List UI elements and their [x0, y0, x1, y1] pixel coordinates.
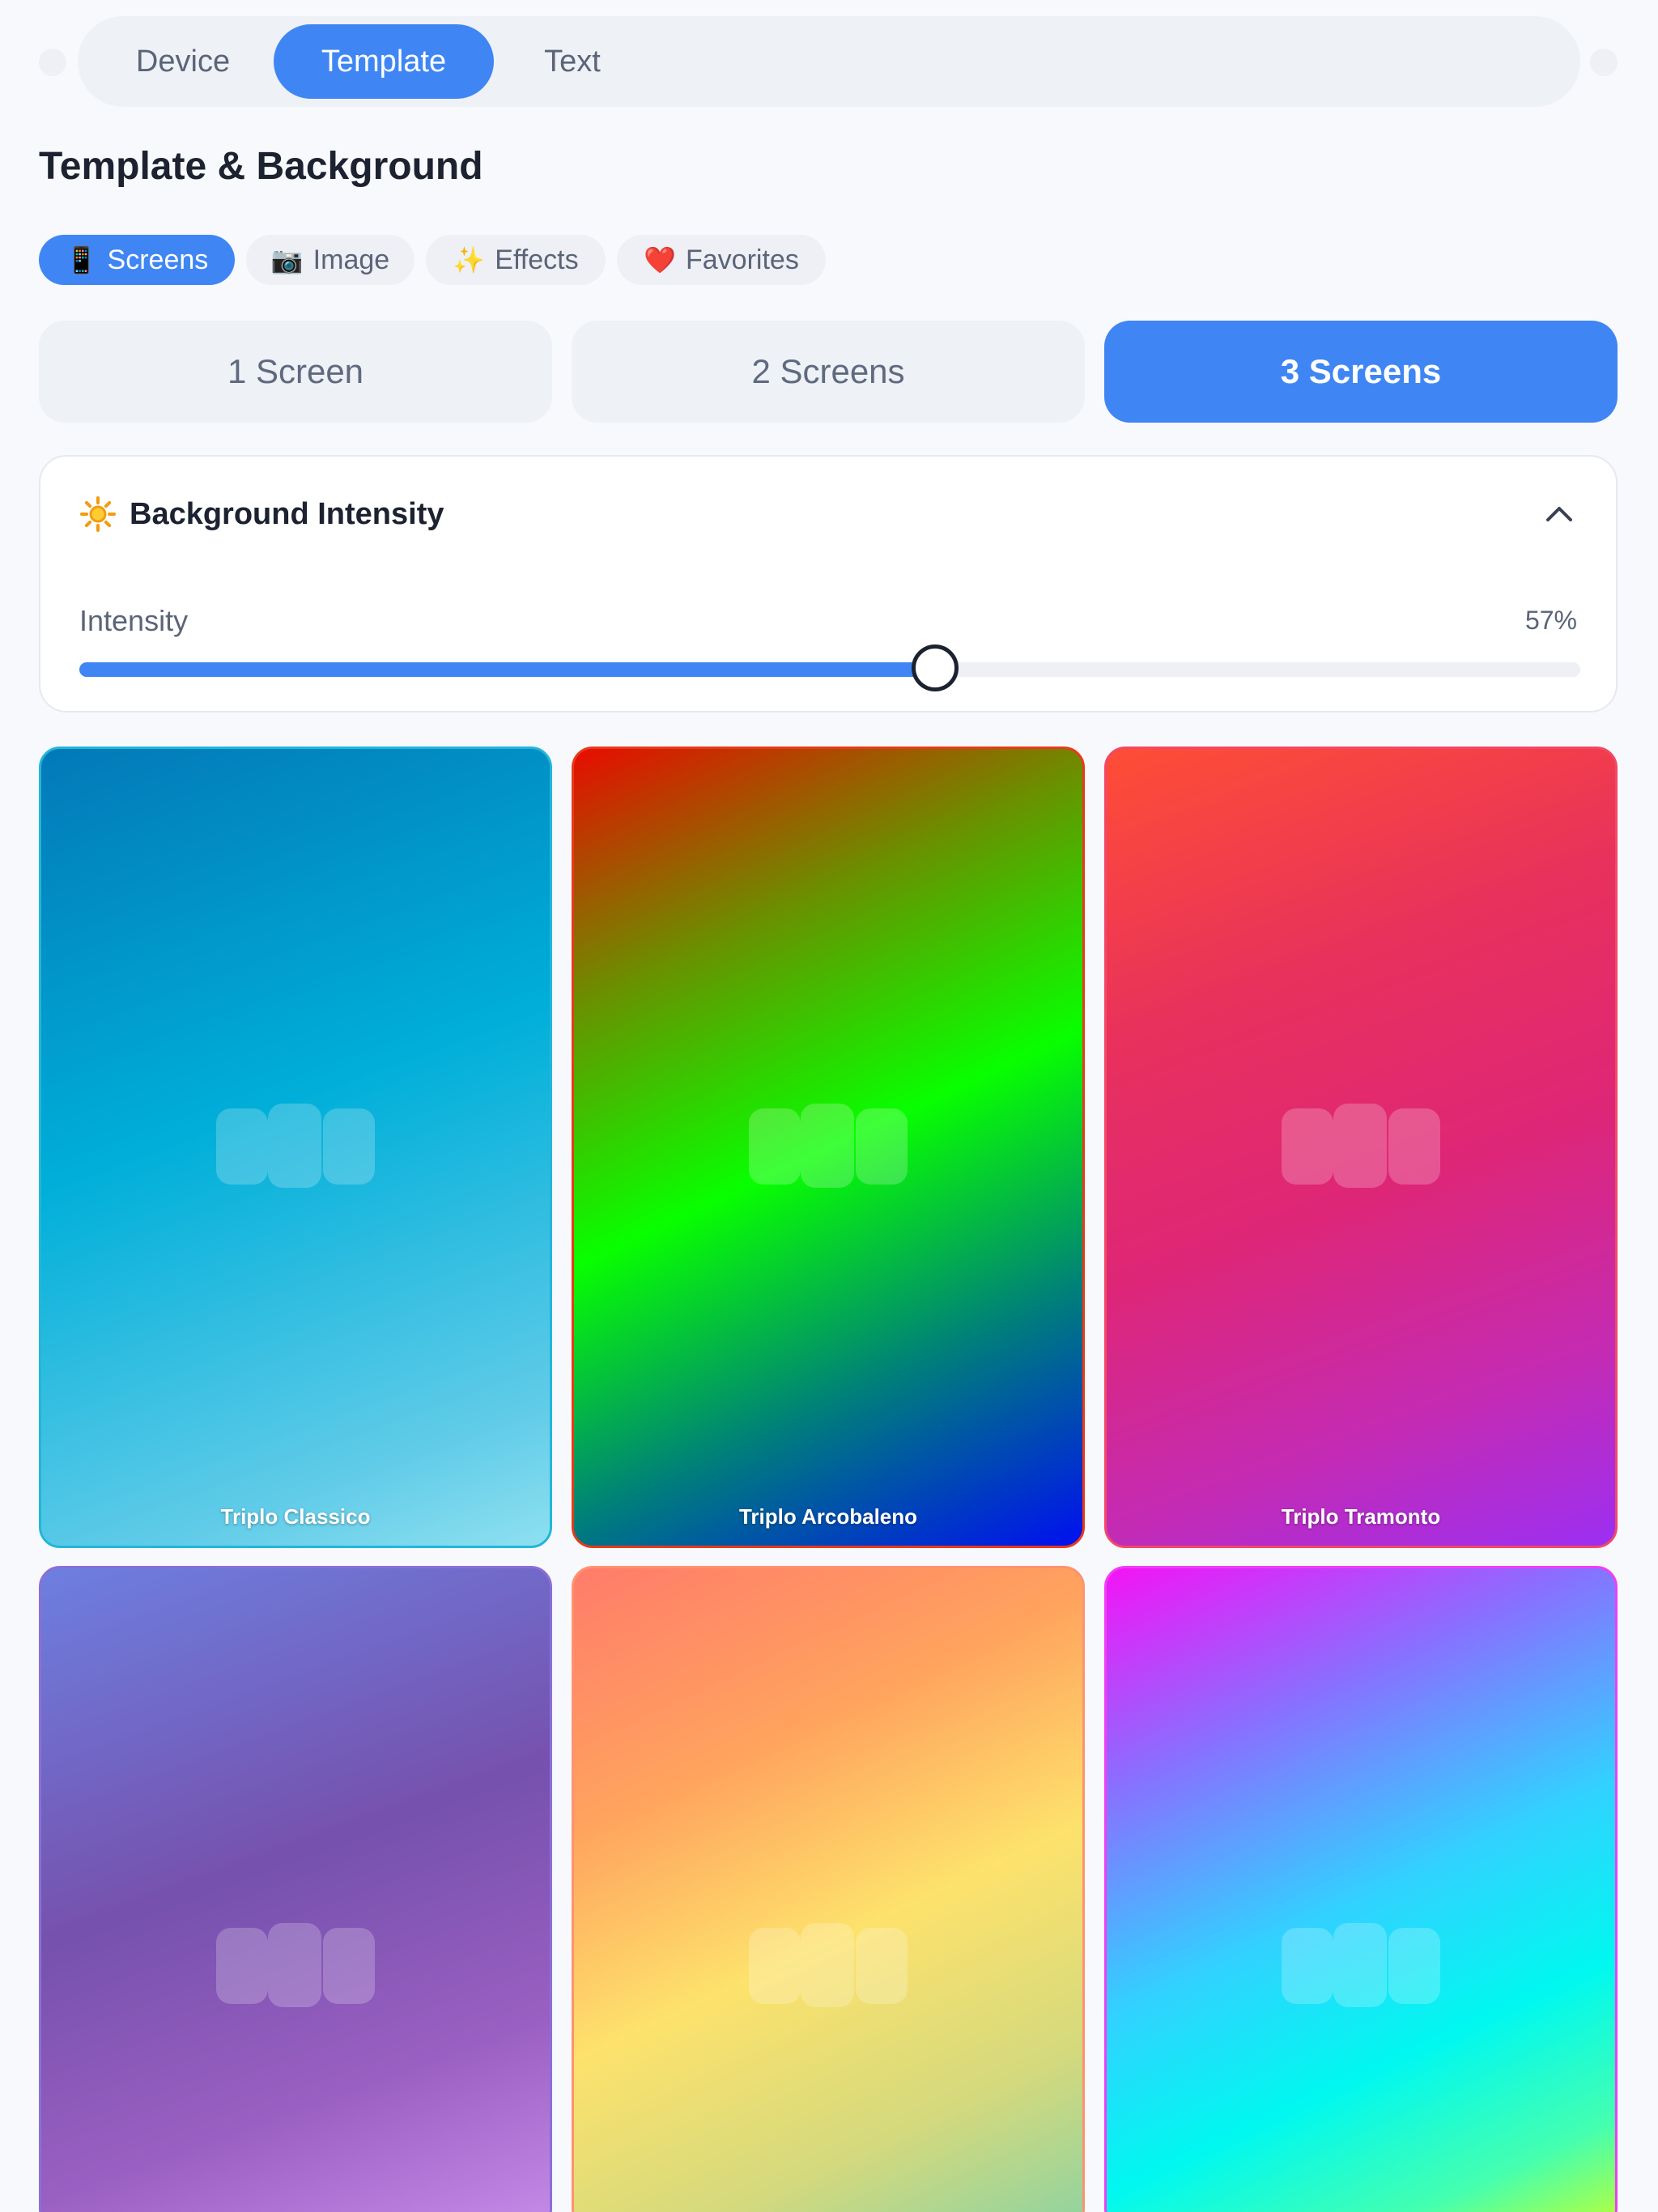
template-tile[interactable]: Triplo Tramonto — [1104, 747, 1618, 1548]
three-phones-icon — [216, 1104, 375, 1188]
category-image-button[interactable]: 📷 Image — [246, 235, 414, 285]
three-phones-icon — [1282, 1923, 1440, 2007]
tab-device[interactable]: Device — [110, 24, 256, 99]
template-tile[interactable]: Triplo Classico — [39, 747, 552, 1548]
intensity-label: Intensity — [79, 604, 189, 637]
camera-icon: 📷 — [270, 245, 304, 275]
template-tile[interactable] — [572, 1566, 1085, 2212]
three-phones-icon — [749, 1923, 908, 2007]
one-screen-button[interactable]: 1 Screen — [39, 321, 552, 423]
category-screens-button[interactable]: 📱 Screens — [39, 235, 235, 285]
background-intensity-card: Background Intensity Intensity 57% — [39, 455, 1618, 713]
template-tile[interactable]: Triplo Arcobaleno — [572, 747, 1085, 1548]
intensity-slider-thumb[interactable] — [911, 644, 959, 691]
three-screens-button[interactable]: 3 Screens — [1104, 321, 1618, 423]
intensity-slider[interactable] — [79, 644, 1580, 691]
three-phones-icon — [749, 1104, 908, 1188]
intensity-title: Background Intensity — [130, 496, 444, 531]
template-panel: Device Template Text Template & Backgrou… — [0, 0, 1658, 2212]
category-label: Image — [312, 244, 390, 275]
category-label: Screens — [107, 244, 209, 275]
template-name: Triplo Classico — [220, 1504, 371, 1529]
tab-text[interactable]: Text — [520, 24, 625, 99]
heart-icon: ❤️ — [644, 245, 676, 275]
category-label: Favorites — [686, 244, 799, 275]
template-tile[interactable] — [39, 1566, 552, 2212]
three-phones-icon — [1282, 1104, 1440, 1188]
two-screens-button[interactable]: 2 Screens — [572, 321, 1085, 423]
scroll-right-indicator[interactable] — [1590, 49, 1618, 76]
intensity-slider-fill — [79, 662, 935, 677]
scroll-left-indicator[interactable] — [39, 49, 66, 76]
intensity-header[interactable]: Background Intensity — [79, 496, 444, 533]
intensity-value: 57% — [1524, 606, 1577, 635]
three-phones-icon — [216, 1923, 375, 2007]
sun-icon — [80, 496, 116, 532]
template-tile[interactable] — [1104, 1566, 1618, 2212]
chevron-up-icon[interactable] — [1543, 500, 1575, 525]
category-label: Effects — [495, 244, 579, 275]
section-title: Template & Background — [39, 145, 483, 188]
category-favorites-button[interactable]: ❤️ Favorites — [617, 235, 826, 285]
template-name: Triplo Tramonto — [1281, 1504, 1441, 1529]
top-tab-bar: Device Template Text — [78, 16, 1580, 107]
category-effects-button[interactable]: ✨ Effects — [426, 235, 606, 285]
mobile-phone-icon: 📱 — [65, 245, 98, 275]
template-name: Triplo Arcobaleno — [738, 1504, 918, 1529]
sparkles-icon: ✨ — [453, 245, 486, 275]
tab-template[interactable]: Template — [274, 24, 494, 99]
